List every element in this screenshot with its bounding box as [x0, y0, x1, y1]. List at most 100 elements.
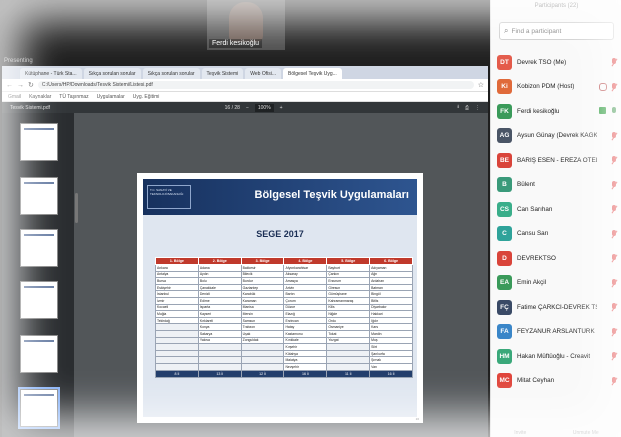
- unmute-me-button[interactable]: Unmute Me: [573, 430, 599, 436]
- participant-row[interactable]: C Cansu Sarı: [491, 222, 621, 247]
- table-cell: Bitlis: [369, 296, 413, 305]
- table-cell: [326, 343, 371, 351]
- participant-row[interactable]: B Bülent: [491, 173, 621, 198]
- table-row: Yalova Zonguldak Kırıkkale Yozgat Muş: [155, 336, 413, 345]
- table-cell: Balıkesir: [240, 264, 285, 272]
- table-cell: [326, 356, 371, 364]
- back-icon[interactable]: ←: [6, 82, 13, 89]
- zoom-out-button[interactable]: −: [246, 105, 249, 111]
- table-cell: Kayseri: [197, 310, 242, 318]
- reload-icon[interactable]: ↻: [28, 81, 34, 89]
- page-thumbnail[interactable]: [20, 229, 58, 267]
- table-row: Kütahya Şanlıurfa: [155, 349, 413, 358]
- participants-footer: Invite Unmute Me: [491, 428, 621, 437]
- mic-muted-icon: [610, 303, 618, 312]
- table-cell: Uşak: [240, 329, 285, 338]
- table-cell: Karabük: [240, 290, 285, 298]
- table-cell: [155, 343, 199, 351]
- slide-body: SEGE 2017 1. Bölge 2. Bölge 3. Bölge 4. Böl…: [143, 215, 417, 417]
- address-bar[interactable]: C:/Users/HP/Downloads/Tesvik Sistemi/Lis…: [37, 81, 474, 89]
- pdf-page: T.C. SANAYİ VE TEKNOLOJİ BAKANLIĞI Bölge…: [137, 173, 423, 423]
- participant-row[interactable]: DT Devrek TSO (Me): [491, 50, 621, 75]
- bookmark-item[interactable]: Uyg. Eğitimi: [133, 94, 160, 100]
- mic-muted-icon: [610, 156, 618, 165]
- participant-name: Ferdi kesikoğlu: [517, 107, 560, 115]
- participant-row[interactable]: EA Emin Akçil: [491, 271, 621, 296]
- star-icon[interactable]: ☆: [478, 81, 484, 89]
- table-cell: İstanbul: [155, 290, 199, 298]
- browser-tab[interactable]: Sıkça sorulan sorular: [83, 68, 141, 79]
- participant-name: Hakan Müftüoğlu - Creavit: [517, 352, 591, 360]
- zoom-level[interactable]: 100%: [254, 104, 274, 112]
- page-thumbnail[interactable]: [20, 281, 58, 319]
- table-cell: Kars: [369, 323, 413, 331]
- mic-muted-icon: [610, 131, 618, 141]
- table-cell: Muğla: [155, 310, 199, 318]
- participant-name: BARIŞ ESEN - EREZA OTEL: [517, 156, 597, 164]
- forward-icon[interactable]: →: [17, 82, 24, 89]
- table-cell: Şanlıurfa: [369, 349, 413, 358]
- table-cell: Edirne: [197, 296, 242, 305]
- browser-tab[interactable]: Teşvik Sistemi: [201, 68, 244, 79]
- table-cell: Düzce: [283, 303, 328, 312]
- table-footer-count: 11 İl: [326, 369, 371, 378]
- zoom-in-button[interactable]: +: [280, 105, 283, 111]
- bookmark-item[interactable]: Gmail: [8, 94, 21, 100]
- slide-subtitle: SEGE 2017: [256, 229, 304, 239]
- table-cell: Burdur: [240, 277, 285, 285]
- thumbnail-scrollbar[interactable]: [75, 193, 78, 223]
- page-indicator[interactable]: 16 / 28: [225, 105, 240, 111]
- table-cell: [240, 349, 285, 358]
- participant-row[interactable]: BE BARIŞ ESEN - EREZA OTEL: [491, 148, 621, 173]
- participant-row[interactable]: FK Ferdi kesikoğlu: [491, 99, 621, 124]
- page-thumbnail[interactable]: [20, 177, 58, 215]
- page-thumbnail[interactable]: [20, 335, 58, 373]
- table-cell: [197, 349, 242, 358]
- participant-row[interactable]: CS Can Sarıhan: [491, 197, 621, 222]
- table-cell: Bartın: [283, 290, 328, 298]
- bookmark-item[interactable]: Kaynaklar: [29, 94, 51, 100]
- participant-video-tile[interactable]: Ferdi kesikoğlu: [207, 0, 285, 50]
- participant-row[interactable]: HM Hakan Müftüoğlu - Creavit: [491, 344, 621, 369]
- mic-muted-icon: [610, 327, 618, 337]
- table-cell: Ardahan: [369, 277, 413, 285]
- browser-tab-active[interactable]: Bölgesel Teşvik Uyg...: [282, 68, 342, 79]
- table-cell: [155, 356, 199, 364]
- participant-search-input[interactable]: ⌕ Find a participant: [499, 22, 614, 40]
- table-cell: [326, 362, 371, 371]
- download-icon[interactable]: ⭳: [457, 104, 459, 112]
- bookmark-item[interactable]: TÜ Taşınmaz: [59, 94, 88, 100]
- table-cell: Diyarbakır: [369, 303, 413, 312]
- participant-row[interactable]: MC Mitat Ceyhan: [491, 369, 621, 394]
- participants-header: Participants (22): [534, 3, 579, 9]
- table-cell: Konya: [197, 323, 242, 331]
- participant-name: Bülent: [517, 181, 535, 189]
- more-icon[interactable]: ⋮: [475, 105, 480, 111]
- browser-tab[interactable]: Kütüphane - Türk Sta...: [20, 68, 82, 79]
- table-cell: Kilis: [326, 303, 371, 312]
- print-icon[interactable]: ⎙: [465, 105, 469, 111]
- browser-tab[interactable]: Web Ofisi...: [245, 68, 281, 79]
- browser-tab[interactable]: Sıkça sorulan sorular: [142, 68, 200, 79]
- participant-row[interactable]: FA FEYZANUR ARSLANTÜRK: [491, 320, 621, 345]
- invite-button[interactable]: Invite: [514, 430, 526, 436]
- table-cell: [197, 343, 242, 351]
- table-footer-count: 8 İl: [155, 369, 199, 378]
- table-cell: Kırklareli: [197, 316, 242, 325]
- page-thumbnail[interactable]: [20, 123, 58, 161]
- page-thumbnail-selected[interactable]: [18, 387, 60, 429]
- participant-name: Emin Akçil: [517, 279, 547, 287]
- mic-muted-icon: [610, 180, 618, 190]
- table-cell: [155, 349, 199, 358]
- table-row: Muğla Kayseri Mersin Elazığ Niğde Hakkari: [155, 310, 413, 318]
- table-cell: Bolu: [197, 277, 242, 285]
- table-cell: İzmir: [155, 296, 199, 305]
- participant-row[interactable]: AG Aysun Günay (Devrek KAGK): [491, 124, 621, 149]
- browser-tab-strip: Kütüphane - Türk Sta... Sıkça sorulan so…: [2, 66, 488, 79]
- participant-row[interactable]: FÇ Fatime ÇARKCI-DEVREK TSO: [491, 295, 621, 320]
- participant-row[interactable]: D DEVREKTSO: [491, 246, 621, 271]
- bookmark-item[interactable]: Uygulamalar: [97, 94, 125, 100]
- table-cell: Karaman: [240, 296, 285, 305]
- table-cell: Kırıkkale: [283, 336, 328, 345]
- participant-row[interactable]: Ki Kobizon PDM (Host): [491, 75, 621, 100]
